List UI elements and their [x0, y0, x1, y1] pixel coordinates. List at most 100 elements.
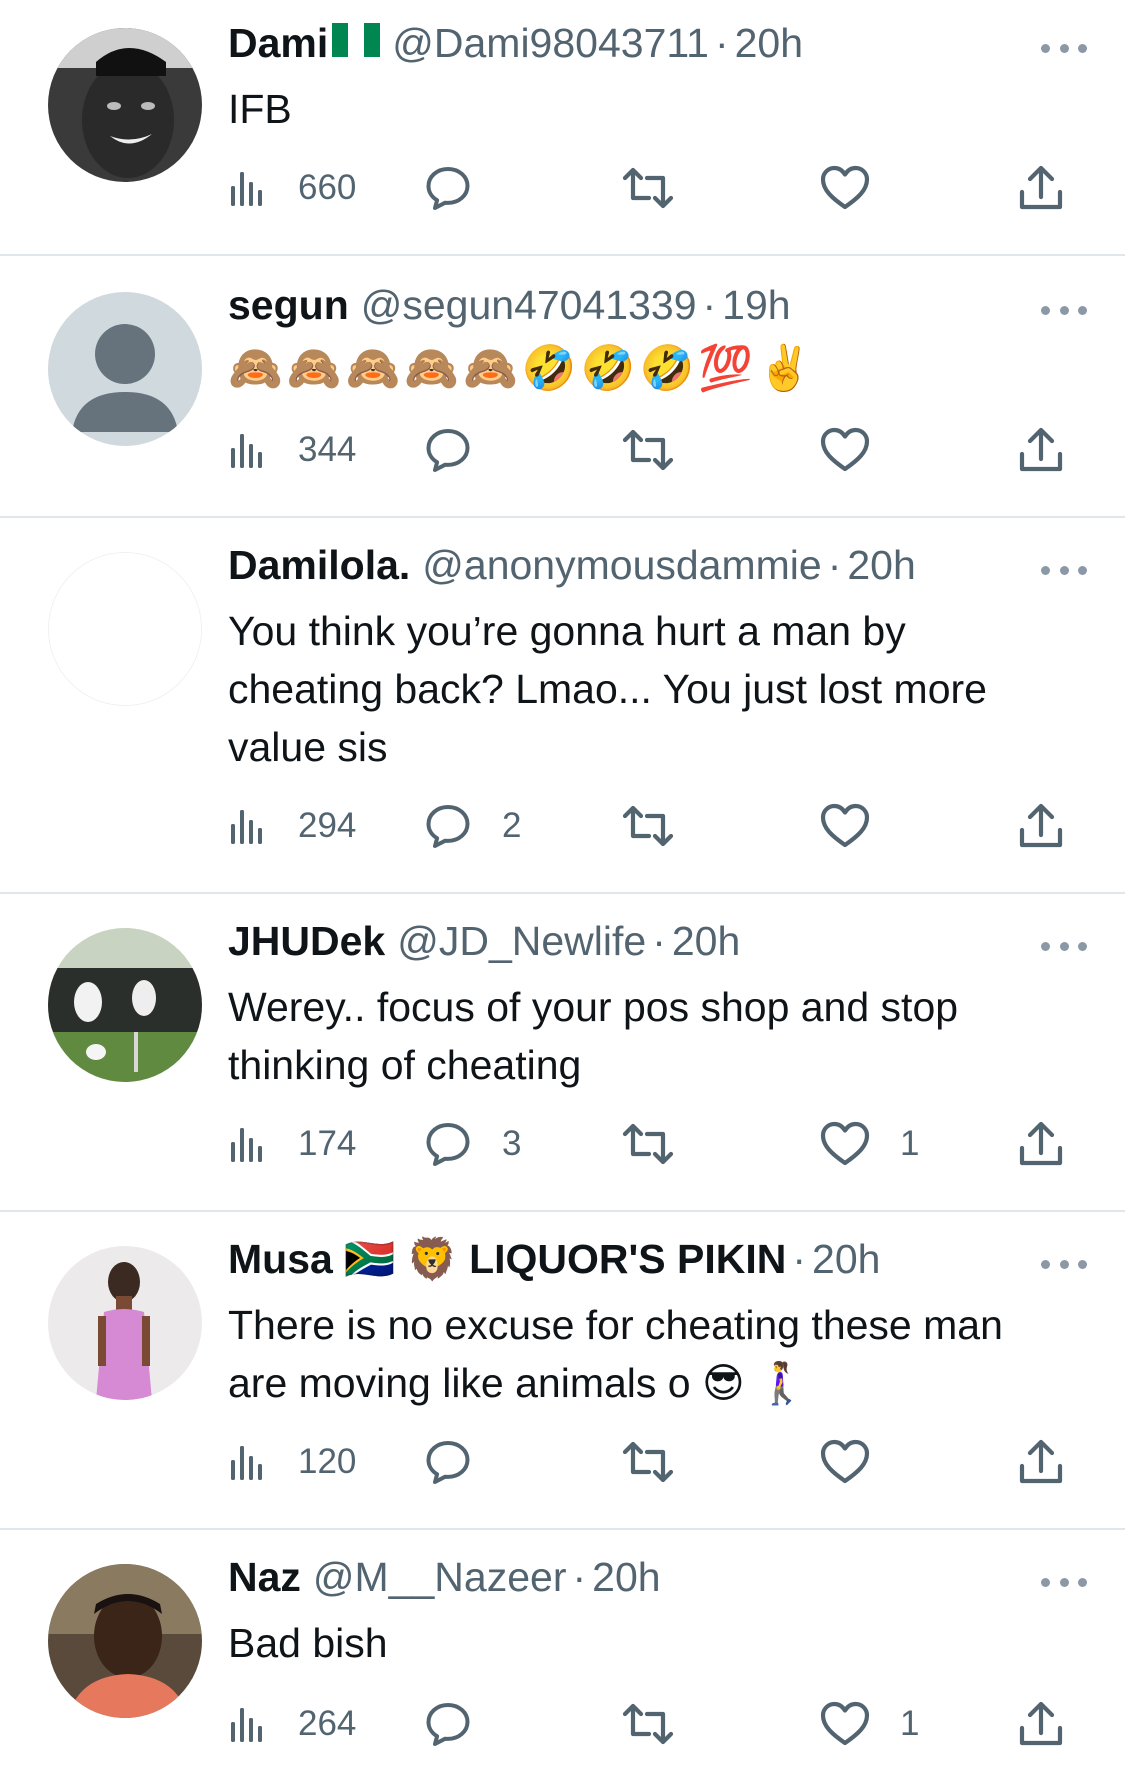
separator-dot: · — [714, 20, 729, 66]
more-dots-icon[interactable] — [1041, 1572, 1087, 1592]
views-chart-icon — [228, 430, 268, 470]
retweet-button[interactable] — [622, 422, 704, 478]
tweet-actions: 344 — [228, 422, 1078, 478]
share-button[interactable] — [1018, 422, 1064, 478]
retweet-button[interactable] — [622, 1116, 704, 1172]
display-name[interactable]: Dami — [228, 20, 328, 67]
like-button[interactable] — [820, 1434, 900, 1490]
reply-bubble-icon — [424, 164, 472, 212]
tweet[interactable]: segun @segun47041339 · 19h 🙈🙈🙈🙈🙈🤣🤣🤣💯✌️ 3… — [0, 256, 1125, 518]
tweet[interactable]: Naz @M__Nazeer · 20h Bad bish 264 1 — [0, 1530, 1125, 1773]
tweet-time[interactable]: 20h — [847, 542, 915, 589]
avatar[interactable] — [48, 28, 202, 182]
more-dots-icon[interactable] — [1041, 38, 1087, 58]
display-name[interactable]: segun — [228, 282, 349, 329]
retweet-button[interactable] — [622, 1434, 704, 1490]
share-button[interactable] — [1018, 1434, 1064, 1490]
tweet-text: There is no excuse for cheating these ma… — [228, 1302, 1003, 1406]
share-button[interactable] — [1018, 1116, 1064, 1172]
views-chart-icon — [228, 1124, 268, 1164]
reply-button[interactable] — [424, 1696, 502, 1752]
separator-dot: · — [827, 542, 842, 588]
tweet[interactable]: JHUDek @JD_Newlife · 20h Werey.. focus o… — [0, 894, 1125, 1212]
share-upload-icon — [1018, 802, 1064, 850]
separator-dot: · — [792, 1236, 807, 1282]
heart-icon — [820, 427, 870, 473]
separator-dot: · — [652, 918, 666, 964]
user-handle[interactable]: @anonymousdammie — [422, 542, 821, 589]
retweet-button[interactable] — [622, 160, 704, 216]
views-button[interactable]: 264 — [228, 1696, 356, 1752]
views-count: 174 — [298, 1124, 357, 1163]
tweet[interactable]: Damilola. @anonymousdammie · 20h You thi… — [0, 518, 1125, 894]
user-handle[interactable]: @segun47041339 — [361, 282, 697, 329]
views-chart-icon — [228, 168, 268, 208]
share-button[interactable] — [1018, 798, 1064, 854]
tweet-header: Damilola. @anonymousdammie · 20h — [228, 542, 1055, 602]
reply-button[interactable] — [424, 422, 502, 478]
tweet-actions: 120 — [228, 1434, 1078, 1490]
avatar[interactable] — [48, 552, 202, 706]
like-button[interactable] — [820, 422, 900, 478]
avatar[interactable] — [48, 928, 202, 1082]
display-name[interactable]: JHUDek — [228, 918, 385, 965]
retweet-button[interactable] — [622, 798, 704, 854]
heart-icon — [820, 1701, 870, 1747]
like-button[interactable] — [820, 798, 900, 854]
tweet-time[interactable]: 19h — [722, 282, 790, 329]
tweet-header: segun @segun47041339 · 19h — [228, 282, 1055, 342]
views-button[interactable]: 174 — [228, 1116, 356, 1172]
views-count: 120 — [298, 1442, 357, 1481]
like-button[interactable]: 1 — [820, 1116, 919, 1172]
views-chart-icon — [228, 806, 268, 846]
views-count: 264 — [298, 1704, 357, 1743]
user-handle[interactable]: @JD_Newlife — [397, 918, 646, 965]
reply-bubble-icon — [424, 802, 472, 850]
share-upload-icon — [1018, 1120, 1064, 1168]
user-handle[interactable]: @M__Nazeer — [313, 1554, 567, 1601]
views-button[interactable]: 344 — [228, 422, 356, 478]
reply-button[interactable]: 3 — [424, 1116, 521, 1172]
share-button[interactable] — [1018, 1696, 1064, 1752]
tweet-time[interactable]: 20h — [592, 1554, 660, 1601]
display-name[interactable]: Musa 🇿🇦 🦁 LIQUOR'S PIKIN — [228, 1236, 786, 1284]
tweet[interactable]: Musa 🇿🇦 🦁 LIQUOR'S PIKIN · 20h There is … — [0, 1212, 1125, 1530]
share-upload-icon — [1018, 426, 1064, 474]
tweet-text: You think you’re gonna hurt a man by che… — [228, 608, 987, 770]
tweet-time[interactable]: 20h — [812, 1236, 880, 1283]
tweet-actions: 174 3 1 — [228, 1116, 1078, 1172]
display-name[interactable]: Damilola. — [228, 542, 410, 589]
reply-bubble-icon — [424, 1438, 472, 1486]
views-chart-icon — [228, 1442, 268, 1482]
tweet-actions: 294 2 — [228, 798, 1078, 854]
more-dots-icon[interactable] — [1041, 300, 1087, 320]
display-name[interactable]: Naz — [228, 1554, 301, 1601]
tweet-text: Bad bish — [228, 1620, 388, 1666]
avatar[interactable] — [48, 1246, 202, 1400]
views-button[interactable]: 660 — [228, 160, 356, 216]
tweet[interactable]: Dami @Dami98043711 · 20h IFB 660 — [0, 0, 1125, 256]
retweet-button[interactable] — [622, 1696, 704, 1752]
reply-button[interactable]: 2 — [424, 798, 521, 854]
tweet-time[interactable]: 20h — [672, 918, 740, 965]
tweet-time[interactable]: 20h — [735, 20, 803, 67]
more-dots-icon[interactable] — [1041, 936, 1087, 956]
reply-button[interactable] — [424, 1434, 502, 1490]
avatar[interactable] — [48, 292, 202, 446]
reply-button[interactable] — [424, 160, 502, 216]
like-count: 1 — [900, 1124, 920, 1163]
more-dots-icon[interactable] — [1041, 1254, 1087, 1274]
like-button[interactable]: 1 — [820, 1696, 919, 1752]
share-button[interactable] — [1018, 160, 1064, 216]
user-handle[interactable]: @Dami98043711 — [392, 20, 709, 67]
reply-count: 3 — [502, 1124, 522, 1163]
views-button[interactable]: 120 — [228, 1434, 356, 1490]
share-upload-icon — [1018, 1700, 1064, 1748]
like-count: 1 — [900, 1704, 920, 1743]
retweet-icon — [622, 1700, 674, 1748]
views-button[interactable]: 294 — [228, 798, 356, 854]
tweet-actions: 660 — [228, 160, 1078, 216]
more-dots-icon[interactable] — [1041, 560, 1087, 580]
like-button[interactable] — [820, 160, 900, 216]
avatar[interactable] — [48, 1564, 202, 1718]
